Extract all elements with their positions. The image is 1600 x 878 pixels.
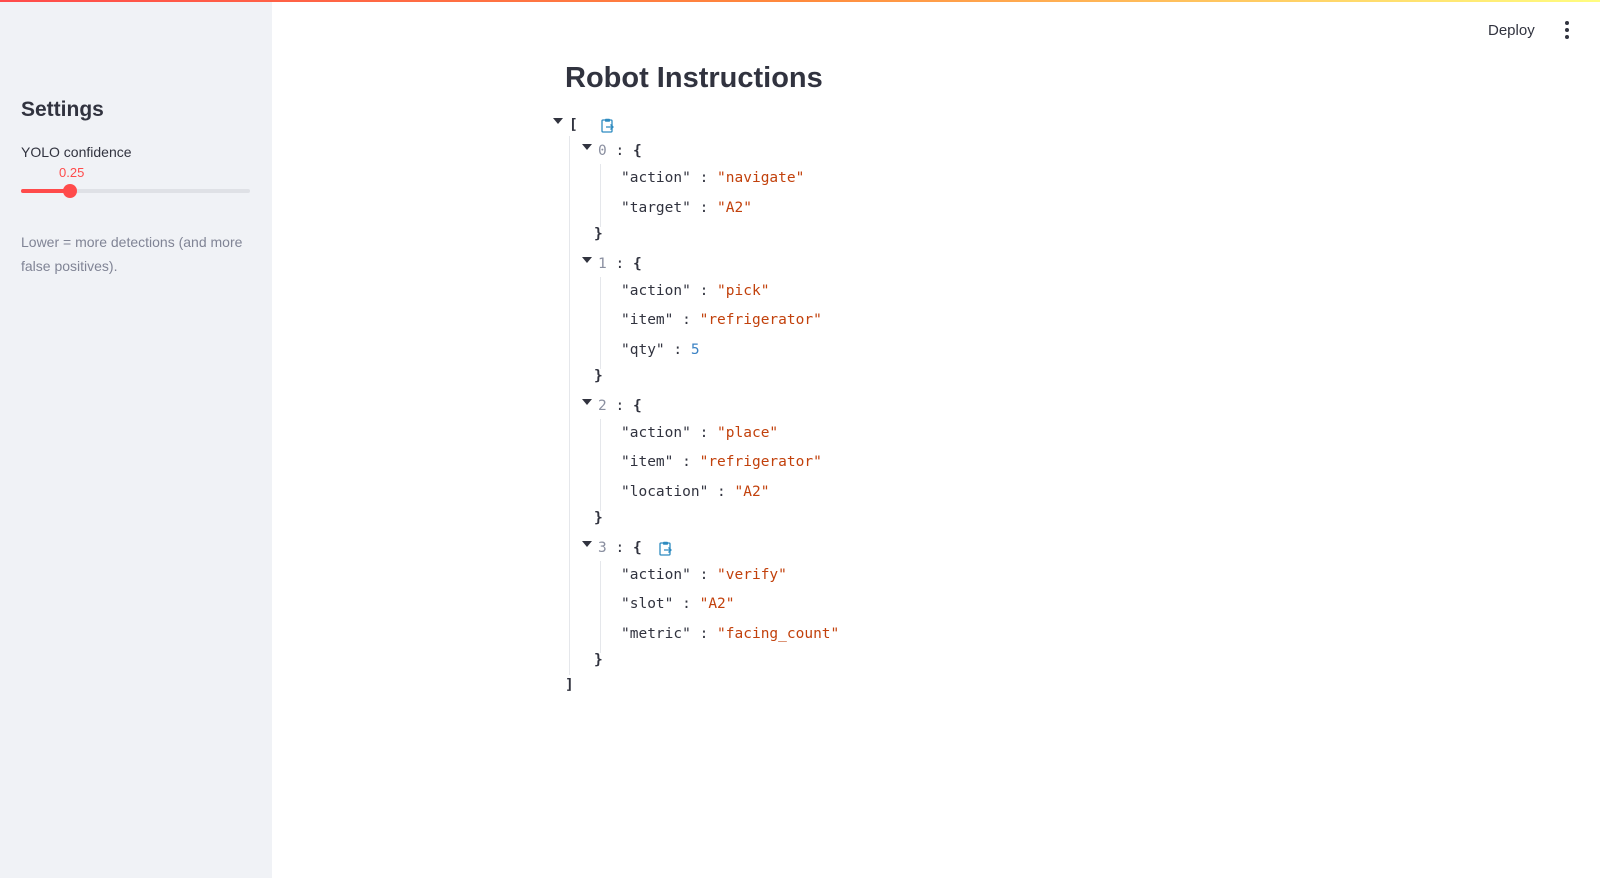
json-field: "target" : "A2" bbox=[621, 199, 752, 216]
json-item-close: } bbox=[594, 367, 603, 384]
page-title: Robot Instructions bbox=[565, 62, 823, 94]
sidebar: Settings YOLO confidence 0.25 Lower = mo… bbox=[0, 2, 272, 878]
copy-root-icon[interactable] bbox=[601, 118, 615, 133]
json-item-close: } bbox=[594, 225, 603, 242]
json-item-guide bbox=[600, 164, 601, 227]
collapse-item-3-toggle[interactable] bbox=[582, 541, 592, 547]
json-field: "item" : "refrigerator" bbox=[621, 312, 822, 329]
deploy-button[interactable]: Deploy bbox=[1488, 19, 1535, 41]
collapse-root-toggle[interactable] bbox=[553, 118, 563, 124]
confidence-slider[interactable] bbox=[21, 184, 250, 198]
json-root-open: [ bbox=[569, 117, 578, 133]
json-item-header: 2 : { bbox=[598, 398, 642, 414]
kebab-menu-icon[interactable] bbox=[1561, 21, 1573, 41]
json-field: "action" : "pick" bbox=[621, 283, 770, 300]
json-field: "action" : "place" bbox=[621, 425, 779, 442]
json-field: "item" : "refrigerator" bbox=[621, 454, 822, 471]
json-field: "action" : "verify" bbox=[621, 567, 787, 584]
json-item-header: 0 : { bbox=[598, 143, 642, 160]
json-field: "location" : "A2" bbox=[621, 483, 770, 500]
json-field: "metric" : "facing_count" bbox=[621, 625, 840, 642]
json-field: "slot" : "A2" bbox=[621, 596, 735, 613]
json-root-guide bbox=[569, 136, 570, 675]
json-item-guide bbox=[600, 419, 601, 511]
sidebar-title: Settings bbox=[21, 98, 104, 121]
collapse-item-0-toggle[interactable] bbox=[582, 144, 592, 151]
json-root-close: ] bbox=[565, 677, 574, 693]
slider-thumb[interactable] bbox=[62, 184, 77, 198]
collapse-item-2-toggle[interactable] bbox=[582, 399, 592, 405]
collapse-item-1-toggle[interactable] bbox=[582, 257, 592, 263]
slider-label: YOLO confidence bbox=[21, 144, 132, 160]
json-item-close: } bbox=[594, 509, 603, 526]
json-item-header: 1 : { bbox=[598, 256, 642, 272]
json-item-guide bbox=[600, 277, 601, 369]
json-item-guide bbox=[600, 561, 601, 653]
slider-value: 0.25 bbox=[59, 165, 85, 180]
json-field: "action" : "navigate" bbox=[621, 170, 805, 187]
json-item-close: } bbox=[594, 651, 603, 668]
json-item-header: 3 : { bbox=[598, 540, 642, 556]
slider-caption: Lower = more detections (and more false … bbox=[21, 234, 243, 274]
copy-item-3-icon[interactable] bbox=[659, 541, 673, 556]
json-field: "qty" : 5 bbox=[621, 341, 700, 358]
